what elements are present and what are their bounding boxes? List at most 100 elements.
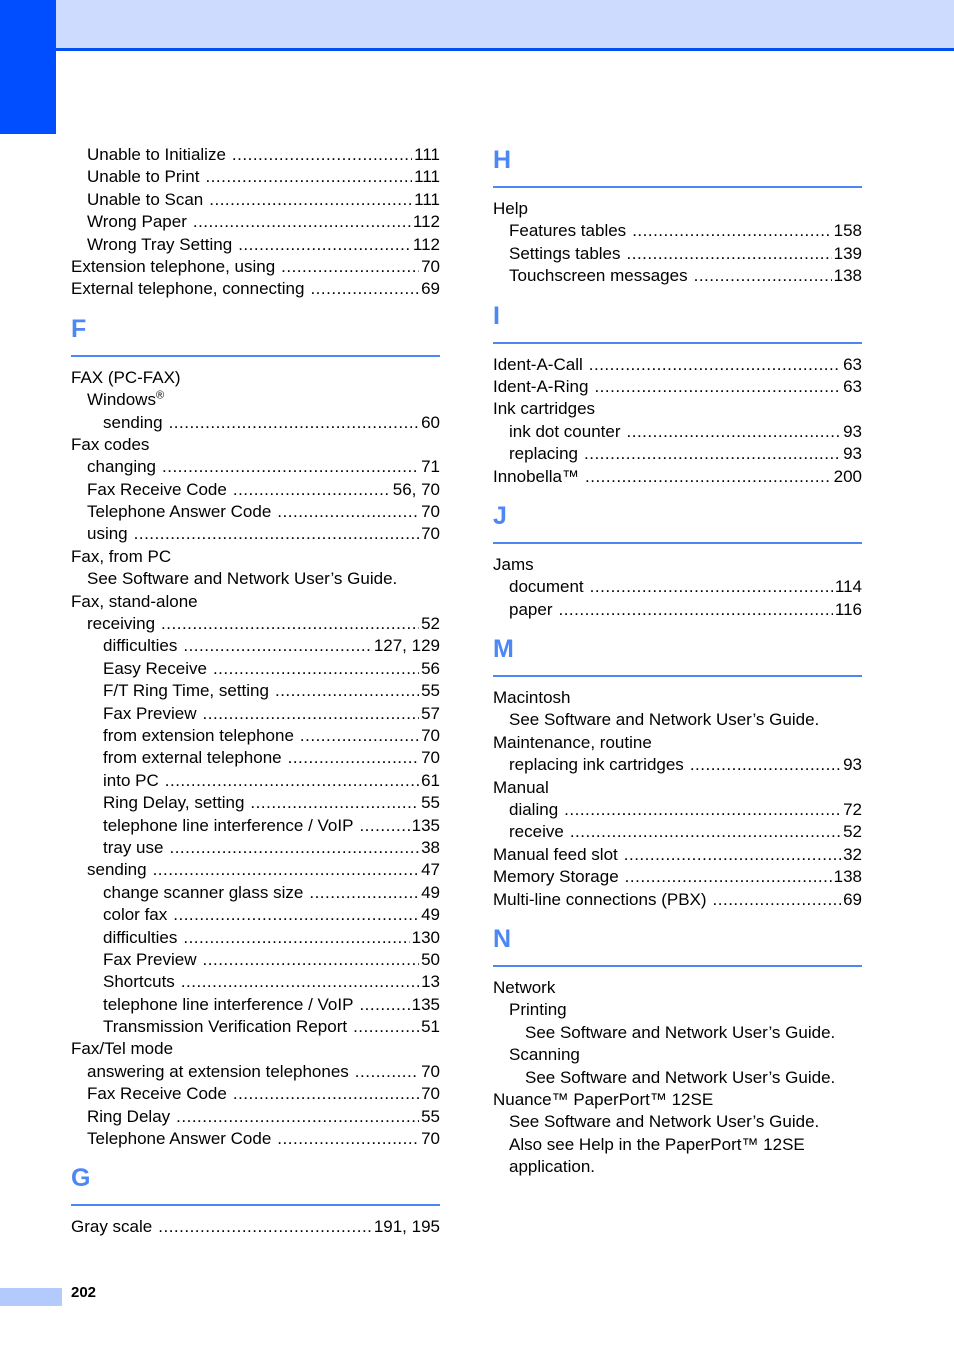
index-entry: See Software and Network User’s Guide. (493, 1067, 862, 1089)
page-reference[interactable]: 111 (412, 144, 440, 166)
page-reference[interactable]: 69 (841, 889, 862, 911)
index-entry: Features tables 158 (493, 220, 862, 242)
page-reference[interactable]: 13 (419, 971, 440, 993)
index-entry: Fax, stand-alone (71, 591, 440, 613)
page-reference[interactable]: 72 (841, 799, 862, 821)
page-reference[interactable]: 57 (419, 703, 440, 725)
dot-leader (281, 256, 419, 278)
index-term: document (509, 577, 584, 597)
index-entry: Transmission Verification Report 51 (71, 1016, 440, 1038)
page-reference[interactable]: 70 (419, 1083, 440, 1105)
dot-leader (570, 821, 841, 843)
page-reference[interactable]: 69 (419, 278, 440, 300)
page-reference[interactable]: 135 (410, 994, 440, 1016)
index-term: Fax codes (71, 434, 150, 454)
page-reference[interactable]: 138 (832, 866, 862, 888)
section-rule (493, 186, 862, 188)
index-entry: answering at extension telephones 70 (71, 1061, 440, 1083)
page-reference[interactable]: 135 (410, 815, 440, 837)
page-reference[interactable]: 93 (841, 443, 862, 465)
page-reference[interactable]: 55 (419, 680, 440, 702)
page-reference[interactable]: 127, 129 (372, 635, 440, 657)
page-reference[interactable]: 93 (841, 421, 862, 443)
index-term: Unable to Initialize (87, 145, 226, 164)
index-entry: difficulties 130 (71, 927, 440, 949)
page-reference[interactable]: 70 (419, 256, 440, 278)
page-reference[interactable]: 93 (841, 754, 862, 776)
page-reference[interactable]: 70 (419, 725, 440, 747)
index-term: Shortcuts (103, 972, 175, 992)
page-reference[interactable]: 49 (419, 904, 440, 926)
page-reference[interactable]: 52 (419, 613, 440, 635)
dot-leader (589, 354, 841, 376)
page-reference[interactable]: 61 (419, 770, 440, 792)
page-reference[interactable]: 32 (841, 844, 862, 866)
index-entry: dialing 72 (493, 799, 862, 821)
index-term: FAX (PC-FAX) (71, 367, 181, 387)
dot-leader (594, 376, 841, 398)
page-reference[interactable]: 60 (419, 412, 440, 434)
index-term: External telephone, connecting (71, 279, 305, 299)
page-reference[interactable]: 56 (419, 658, 440, 680)
index-entry: F/T Ring Time, setting 55 (71, 680, 440, 702)
page-reference[interactable]: 49 (419, 882, 440, 904)
index-entry: into PC 61 (71, 770, 440, 792)
index-term: Ring Delay, setting (103, 793, 245, 813)
dot-leader (162, 456, 419, 478)
index-term: Unable to Scan (87, 189, 204, 209)
index-entry: receiving 52 (71, 613, 440, 635)
page-reference[interactable]: 200 (832, 466, 862, 488)
index-term: Ring Delay (87, 1106, 171, 1126)
page-reference[interactable]: 112 (411, 211, 440, 233)
page-reference[interactable]: 55 (419, 1106, 440, 1128)
index-term: Maintenance, routine (493, 732, 652, 752)
page-reference[interactable]: 191, 195 (372, 1216, 440, 1238)
page-reference[interactable]: 114 (833, 576, 862, 598)
page-reference[interactable]: 70 (419, 501, 440, 523)
index-term: Touchscreen messages (509, 266, 688, 286)
section-heading-g: G (71, 1162, 440, 1207)
page-reference[interactable]: 138 (832, 265, 862, 287)
index-term: sending (103, 412, 163, 432)
section-letter: G (71, 1164, 91, 1193)
page-reference[interactable]: 158 (832, 220, 862, 242)
index-term: telephone line interference / VoIP (103, 815, 354, 835)
index-entry: replacing ink cartridges 93 (493, 754, 862, 776)
index-entry: Unable to Scan 111 (71, 189, 440, 211)
page-reference[interactable]: 52 (841, 821, 862, 843)
page-reference[interactable]: 51 (419, 1016, 440, 1038)
index-term: sending (87, 860, 147, 880)
page-reference[interactable]: 63 (841, 376, 862, 398)
page-reference[interactable]: 55 (419, 792, 440, 814)
page-reference[interactable]: 111 (412, 189, 440, 211)
page-reference[interactable]: 130 (410, 927, 440, 949)
page-reference[interactable]: 38 (419, 837, 440, 859)
index-term: Fax Receive Code (87, 1084, 227, 1104)
index-term: Fax Preview (103, 949, 197, 969)
page-reference[interactable]: 70 (419, 1128, 440, 1150)
section-rule (493, 541, 862, 544)
dot-leader (161, 613, 419, 635)
page-reference[interactable]: 116 (833, 599, 862, 621)
section-letter: H (493, 146, 512, 174)
page-reference[interactable]: 70 (419, 523, 440, 545)
index-entry: Manual feed slot 32 (493, 844, 862, 866)
index-term: change scanner glass size (103, 882, 304, 902)
page-reference[interactable]: 56, 70 (391, 479, 440, 501)
page-reference[interactable]: 50 (419, 949, 440, 971)
page-reference[interactable]: 71 (419, 456, 440, 478)
page-reference[interactable]: 47 (419, 859, 440, 881)
section-heading-i: I (493, 300, 862, 344)
index-term: using (87, 524, 128, 544)
page-reference[interactable]: 112 (411, 234, 440, 256)
dot-leader (193, 211, 411, 233)
index-term: receive (509, 822, 564, 842)
index-term: Fax, from PC (71, 546, 172, 566)
index-entry: Fax, from PC (71, 546, 440, 568)
page-reference[interactable]: 70 (419, 1061, 440, 1083)
page-reference[interactable]: 63 (841, 354, 862, 376)
page-reference[interactable]: 111 (412, 166, 440, 188)
page-reference[interactable]: 70 (419, 747, 440, 769)
dot-leader (250, 792, 419, 814)
page-reference[interactable]: 139 (832, 243, 862, 265)
